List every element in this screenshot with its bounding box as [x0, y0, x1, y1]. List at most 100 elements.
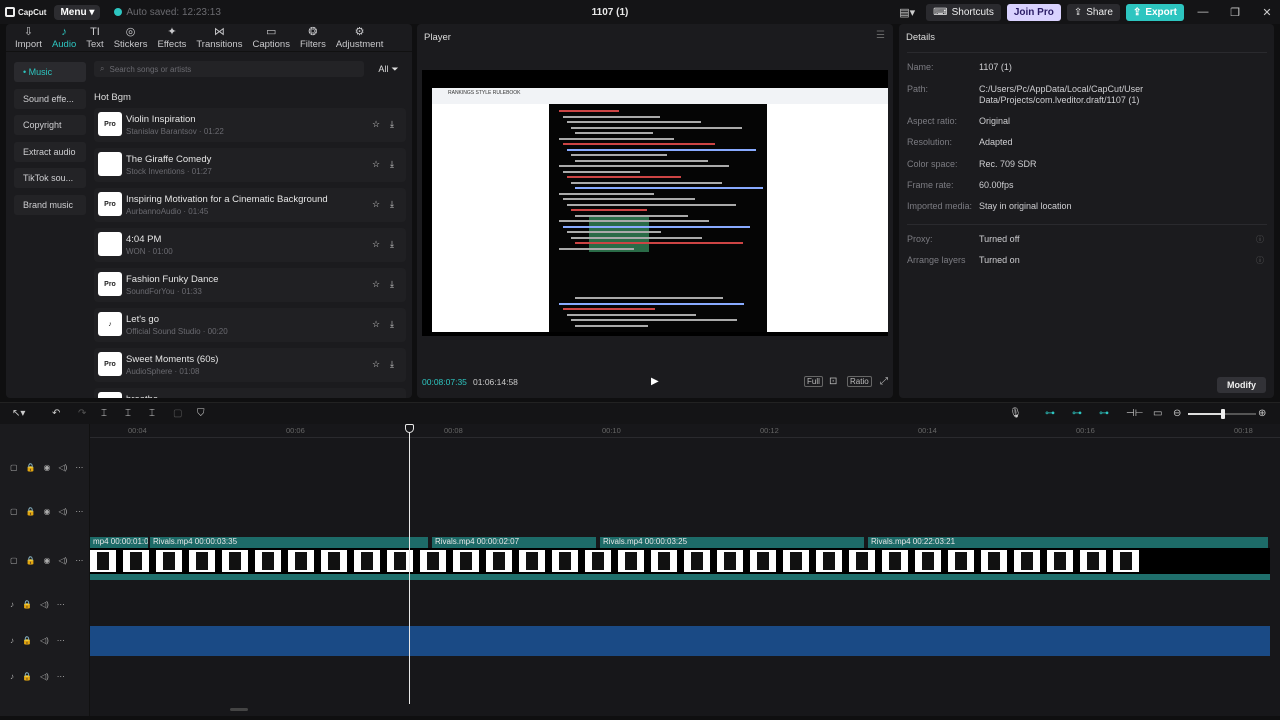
favorite-icon[interactable]: ☆	[372, 119, 380, 130]
more-icon[interactable]: ⋯	[57, 672, 65, 681]
volume-icon[interactable]: ◁)	[40, 636, 49, 645]
ratio-button[interactable]: Ratio	[847, 376, 872, 387]
timeline-scrollbar[interactable]	[230, 708, 248, 711]
playhead[interactable]	[409, 424, 410, 704]
volume-icon[interactable]: ◁)	[59, 463, 68, 472]
link-main-track-icon[interactable]: ⊶	[1045, 408, 1055, 419]
eye-icon[interactable]: ◉	[44, 556, 51, 565]
share-button[interactable]: ⇪ Share	[1066, 3, 1120, 21]
linkage-icon[interactable]: ⊶	[1099, 408, 1109, 419]
volume-icon[interactable]: ◁)	[59, 556, 68, 565]
volume-icon[interactable]: ◁)	[40, 672, 49, 681]
category-item[interactable]: Brand music	[14, 194, 86, 215]
zoom-slider[interactable]	[1188, 409, 1256, 419]
zoom-slider-handle[interactable]	[1221, 409, 1225, 419]
filter-dropdown[interactable]: All ⏷	[372, 61, 405, 77]
export-button[interactable]: ⇪ Export	[1125, 3, 1184, 21]
layout-icon[interactable]: ▤▾	[894, 6, 920, 19]
tab-text[interactable]: TI Text	[81, 24, 108, 51]
tab-audio[interactable]: ♪ Audio	[47, 24, 81, 51]
download-icon[interactable]: ⤓	[390, 199, 394, 210]
song-item[interactable]: ♪ Let's go Official Sound Studio · 00:20 ☆ ⤓	[94, 308, 406, 342]
menu-button[interactable]: Menu ▾	[54, 4, 101, 20]
favorite-icon[interactable]: ☆	[372, 319, 380, 330]
category-item[interactable]: TikTok sou...	[14, 168, 86, 189]
favorite-icon[interactable]: ☆	[372, 159, 380, 170]
download-icon[interactable]: ⤓	[390, 119, 394, 130]
volume-icon[interactable]: ◁)	[59, 507, 68, 516]
favorite-icon[interactable]: ☆	[372, 279, 380, 290]
song-item[interactable]: 4:04 PM WON · 01:00 ☆ ⤓	[94, 228, 406, 262]
clip-label[interactable]: Rivals.mp4 00:00:03:25	[600, 537, 864, 548]
song-item[interactable]: Pro Fashion Funky Dance SoundForYou · 01:3…	[94, 268, 406, 302]
player-menu-icon[interactable]: ☰	[876, 30, 885, 41]
more-icon[interactable]: ⋯	[57, 600, 65, 609]
volume-icon[interactable]: ◁)	[40, 600, 49, 609]
tab-stickers[interactable]: ◎ Stickers	[109, 24, 153, 51]
lock-icon[interactable]: 🔒	[26, 556, 36, 565]
undo-icon[interactable]: ↶	[52, 408, 60, 419]
full-button[interactable]: Full	[804, 376, 823, 387]
microphone-icon[interactable]: 🎙	[1009, 408, 1022, 419]
delete-icon[interactable]: ▢	[173, 408, 182, 419]
song-item[interactable]: Pro Sweet Moments (60s) AudioSphere · 01:0…	[94, 348, 406, 382]
time-ruler[interactable]: 00:04 00:06 00:08 00:10 00:12 00:14 00:16 00:18	[90, 424, 1280, 438]
lock-icon[interactable]: 🔒	[22, 600, 32, 609]
category-item[interactable]: • Music	[14, 62, 86, 82]
eye-icon[interactable]: ◉	[44, 507, 51, 516]
download-icon[interactable]: ⤓	[390, 159, 394, 170]
info-icon[interactable]: ⓘ	[1256, 255, 1264, 266]
delete-left-icon[interactable]: ⌶	[125, 408, 131, 419]
select-tool-icon[interactable]: ↖▾	[12, 408, 25, 419]
more-icon[interactable]: ⋯	[75, 463, 83, 472]
tab-adjustment[interactable]: ⚙ Adjustment	[331, 24, 389, 51]
category-item[interactable]: Copyright	[14, 115, 86, 136]
info-icon[interactable]: ⓘ	[1256, 234, 1264, 245]
download-icon[interactable]: ⤓	[390, 319, 394, 330]
search-input[interactable]: ⌕ Search songs or artists	[94, 61, 364, 77]
tab-filters[interactable]: ❂ Filters	[295, 24, 331, 51]
lock-icon[interactable]: 🔒	[22, 672, 32, 681]
download-icon[interactable]: ⤓	[390, 279, 394, 290]
category-item[interactable]: Sound effe...	[14, 88, 86, 109]
tab-effects[interactable]: ✦ Effects	[152, 24, 191, 51]
maximize-icon[interactable]: ❐	[1222, 6, 1248, 19]
clip-label[interactable]: Rivals.mp4 00:00:02:07	[432, 537, 596, 548]
join-pro-button[interactable]: Join Pro	[1006, 3, 1061, 21]
zoom-out-icon[interactable]: ⊖	[1173, 408, 1181, 419]
play-icon[interactable]: ▶	[651, 376, 659, 387]
more-icon[interactable]: ⋯	[57, 636, 65, 645]
more-icon[interactable]: ⋯	[75, 556, 83, 565]
tab-transitions[interactable]: ⋈ Transitions	[191, 24, 247, 51]
favorite-icon[interactable]: ☆	[372, 359, 380, 370]
lock-icon[interactable]: 🔒	[22, 636, 32, 645]
clip-label[interactable]: mp4 00:00:01:08	[90, 537, 148, 548]
split-icon[interactable]: ⌶	[101, 408, 107, 419]
song-item[interactable]: The Giraffe Comedy Stock Inventions · 01:…	[94, 148, 406, 182]
download-icon[interactable]: ⤓	[390, 359, 394, 370]
favorite-icon[interactable]: ☆	[372, 199, 380, 210]
lock-icon[interactable]: 🔒	[26, 507, 36, 516]
fullscreen-icon[interactable]: ⤢	[878, 376, 890, 387]
favorite-icon[interactable]: ☆	[372, 239, 380, 250]
category-item[interactable]: Extract audio	[14, 141, 86, 162]
caption-icon[interactable]: ▭	[1153, 408, 1162, 419]
video-preview[interactable]: RANKINGS STYLE RULEBOOK	[422, 70, 888, 336]
download-icon[interactable]: ⤓	[390, 239, 394, 250]
magnet-icon[interactable]: ⊶	[1072, 408, 1082, 419]
tab-import[interactable]: ⇩ Import	[10, 24, 47, 51]
preview-axis-icon[interactable]: ⊣⊢	[1126, 408, 1143, 419]
marker-icon[interactable]: ⛉	[197, 408, 205, 419]
clip-label[interactable]: Rivals.mp4 00:22:03:21	[868, 537, 1268, 548]
track-cover-icon[interactable]: ▢	[10, 507, 18, 516]
track-cover-icon[interactable]: ▢	[10, 463, 18, 472]
song-item[interactable]: Pro Inspiring Motivation for a Cinematic …	[94, 188, 406, 222]
minimize-icon[interactable]: —	[1190, 6, 1216, 18]
redo-icon[interactable]: ↷	[78, 408, 86, 419]
tab-captions[interactable]: ▭ Captions	[247, 24, 295, 51]
lock-icon[interactable]: 🔒	[26, 463, 36, 472]
modify-button[interactable]: Modify	[1217, 377, 1266, 393]
snapshot-icon[interactable]: ⊡	[827, 376, 839, 387]
clip-label[interactable]: Rivals.mp4 00:00:03:35	[150, 537, 428, 548]
track-cover-icon[interactable]: ▢	[10, 556, 18, 565]
